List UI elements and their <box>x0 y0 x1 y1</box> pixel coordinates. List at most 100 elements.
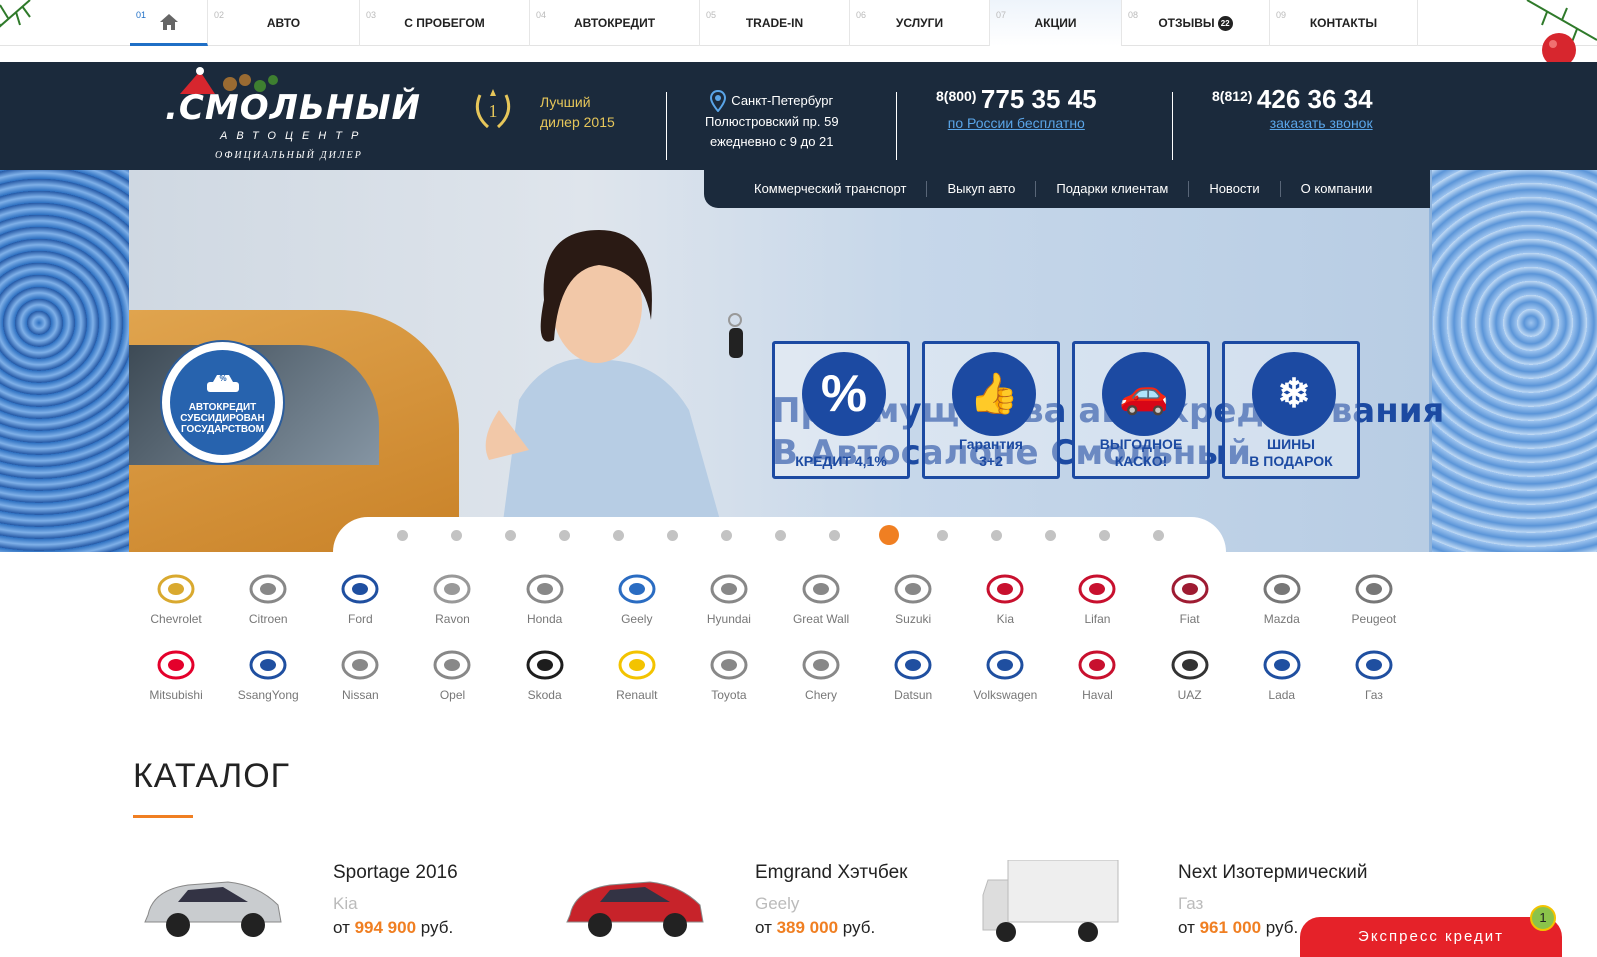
slider-dot[interactable] <box>451 530 462 541</box>
brand-logo-icon <box>1170 648 1210 682</box>
brand-logo-icon <box>617 648 657 682</box>
brand-row: Chevrolet Citroen Ford Ravon Honda Geely Hyund… <box>130 572 1420 648</box>
brand-logo-icon <box>1077 648 1117 682</box>
phone2-number[interactable]: 426 36 34 <box>1257 84 1373 114</box>
brand-citroen[interactable]: Citroen <box>222 572 314 648</box>
brand-label: Great Wall <box>792 612 850 626</box>
submenu-item-2[interactable]: Выкуп авто <box>927 181 1037 197</box>
brand-suzuki[interactable]: Suzuki <box>867 572 959 648</box>
slider-dot[interactable] <box>667 530 678 541</box>
benefit-tile-label: КРЕДИТ 4,1% <box>795 453 887 469</box>
slider-dot[interactable] <box>829 530 840 541</box>
slider-dot[interactable] <box>879 525 899 545</box>
brand-label: Volkswagen <box>973 688 1038 702</box>
brand-geely[interactable]: Geely <box>591 572 683 648</box>
nav-number: 06 <box>856 10 867 20</box>
brand-ford[interactable]: Ford <box>314 572 406 648</box>
nav-label: КОНТАКТЫ <box>1309 16 1378 30</box>
nav-item-5[interactable]: 05 TRADE-IN <box>700 0 850 46</box>
submenu-item-5[interactable]: О компании <box>1281 181 1393 197</box>
product-brand: Газ <box>1178 894 1204 913</box>
brand-lifan[interactable]: Lifan <box>1051 572 1143 648</box>
brand-label: Hyundai <box>706 612 751 626</box>
slider-dot[interactable] <box>1099 530 1110 541</box>
brand-skoda[interactable]: Skoda <box>499 648 591 724</box>
slider-dot[interactable] <box>775 530 786 541</box>
slider-dot[interactable] <box>559 530 570 541</box>
logo-word: .СМОЛЬНЫЙ <box>165 88 421 128</box>
government-subsidy-badge: % АВТОКРЕДИТ СУБСИДИРОВАН ГОСУДАРСТВОМ <box>160 340 285 465</box>
brand-label: Mazda <box>1263 612 1300 626</box>
brand-hyundai[interactable]: Hyundai <box>683 572 775 648</box>
nav-item-7[interactable]: 07 АКЦИИ <box>990 0 1122 46</box>
slider-dot[interactable] <box>505 530 516 541</box>
logo[interactable]: .СМОЛЬНЫЙ АВТОЦЕНТР ОФИЦИАЛЬНЫЙ ДИЛЕР <box>165 67 425 162</box>
brand-kia[interactable]: Kia <box>959 572 1051 648</box>
phone1-number[interactable]: 775 35 45 <box>981 84 1097 114</box>
submenu-item-3[interactable]: Подарки клиентам <box>1036 181 1190 197</box>
free-call-link[interactable]: по России бесплатно <box>936 115 1097 131</box>
brand-peugeot[interactable]: Peugeot <box>1328 572 1420 648</box>
nav-home[interactable]: 01 <box>130 0 208 46</box>
slider-dot[interactable] <box>937 530 948 541</box>
nav-item-2[interactable]: 02 АВТО <box>208 0 360 46</box>
brand-honda[interactable]: Honda <box>499 572 591 648</box>
product-name[interactable]: Emgrand Хэтчбек <box>755 862 907 884</box>
brand-haval[interactable]: Haval <box>1051 648 1143 724</box>
van-image <box>982 860 1119 942</box>
submenu-item-1[interactable]: Коммерческий транспорт <box>734 181 928 197</box>
benefit-tile-2[interactable]: 👍 Гарантия 3+2 <box>922 341 1060 479</box>
callback-link[interactable]: заказать звонок <box>1212 115 1373 131</box>
slider-dot[interactable] <box>1045 530 1056 541</box>
brand-label: Lifan <box>1084 612 1111 626</box>
benefit-tiles: % КРЕДИТ 4,1% 👍 Гарантия 3+2 🚗 ВЫГОДНОЕ КАСКО! ❄… <box>772 341 1360 479</box>
nav-item-9[interactable]: 09 КОНТАКТЫ <box>1270 0 1418 46</box>
badge-line1: АВТОКРЕДИТ <box>188 402 257 413</box>
benefit-tile-3[interactable]: 🚗 ВЫГОДНОЕ КАСКО! <box>1072 341 1210 479</box>
brand-ssangyong[interactable]: SsangYong <box>222 648 314 724</box>
brand-opel[interactable]: Opel <box>406 648 498 724</box>
catalog-product[interactable]: Sportage 2016 Kia от 994 900 руб. <box>133 860 553 947</box>
express-credit-button[interactable]: Экспресс кредит <box>1300 917 1562 957</box>
brand-label: Haval <box>1082 688 1113 702</box>
brand-logo-icon <box>801 648 841 682</box>
brand-uaz[interactable]: UAZ <box>1144 648 1236 724</box>
catalog-product[interactable]: Emgrand Хэтчбек Geely от 389 000 руб. <box>555 860 975 947</box>
benefit-tile-4[interactable]: ❄ ШИНЫ В ПОДАРОК <box>1222 341 1360 479</box>
brand-renault[interactable]: Renault <box>591 648 683 724</box>
street-address: Полюстровский пр. 59 <box>705 114 839 129</box>
nav-label: С ПРОБЕГОМ <box>404 16 485 30</box>
product-price: от 994 900 руб. <box>333 918 454 937</box>
nav-item-3[interactable]: 03 С ПРОБЕГОМ <box>360 0 530 46</box>
slider-dot[interactable] <box>991 530 1002 541</box>
brand-mitsubishi[interactable]: Mitsubishi <box>130 648 222 724</box>
brand-lada[interactable]: Lada <box>1236 648 1328 724</box>
brand-ravon[interactable]: Ravon <box>406 572 498 648</box>
brand-label: SsangYong <box>237 688 299 702</box>
brand-chery[interactable]: Chery <box>775 648 867 724</box>
brand-datsun[interactable]: Datsun <box>867 648 959 724</box>
nav-item-8[interactable]: 08 ОТЗЫВЫ 22 <box>1122 0 1270 46</box>
brand-logo-icon <box>156 572 196 606</box>
benefit-tile-1[interactable]: % КРЕДИТ 4,1% <box>772 341 910 479</box>
product-name[interactable]: Sportage 2016 <box>333 862 458 884</box>
brand-chevrolet[interactable]: Chevrolet <box>130 572 222 648</box>
slider-dot[interactable] <box>721 530 732 541</box>
submenu-item-4[interactable]: Новости <box>1189 181 1281 197</box>
brand-great-wall[interactable]: Great Wall <box>775 572 867 648</box>
slider-dot[interactable] <box>397 530 408 541</box>
divider <box>666 92 667 160</box>
brand-nissan[interactable]: Nissan <box>314 648 406 724</box>
product-name[interactable]: Next Изотермический <box>1178 862 1367 884</box>
slider-dot[interactable] <box>1153 530 1164 541</box>
brand-toyota[interactable]: Toyota <box>683 648 775 724</box>
svg-text:1: 1 <box>489 101 498 121</box>
brand-газ[interactable]: Газ <box>1328 648 1420 724</box>
brand-fiat[interactable]: Fiat <box>1144 572 1236 648</box>
nav-item-4[interactable]: 04 АВТОКРЕДИТ <box>530 0 700 46</box>
slider-dot[interactable] <box>613 530 624 541</box>
nav-item-6[interactable]: 06 УСЛУГИ <box>850 0 990 46</box>
brand-mazda[interactable]: Mazda <box>1236 572 1328 648</box>
brand-volkswagen[interactable]: Volkswagen <box>959 648 1051 724</box>
brand-logo-icon <box>617 572 657 606</box>
